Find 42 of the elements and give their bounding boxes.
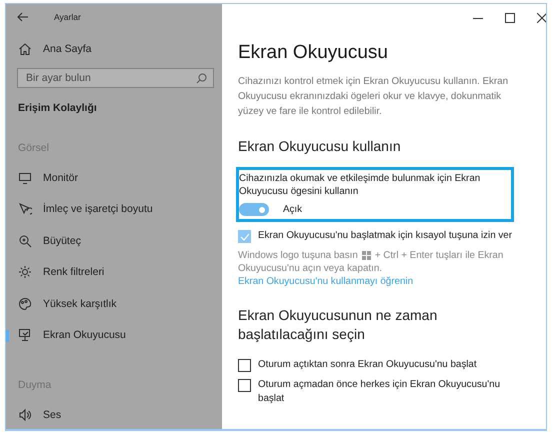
back-button[interactable] <box>15 10 31 24</box>
sidebar-item[interactable]: İmleç ve işaretçi boyutu <box>6 194 222 225</box>
checkbox-label: Ekran Okuyucusu'nu başlatmak için kısayol tuşuna izin ver <box>258 229 512 243</box>
toggle-switch[interactable] <box>239 203 269 216</box>
hint-text: Windows logo tuşuna basın <box>238 249 358 262</box>
search-field[interactable]: Bir ayar bulun <box>17 68 214 88</box>
sidebar-item[interactable]: Renk filtreleri <box>6 256 222 288</box>
page-title: Ekran Okuyucusu <box>238 42 389 64</box>
checkbox[interactable] <box>238 359 251 372</box>
home-link[interactable]: Ana Sayfa <box>6 38 222 60</box>
checkmark-icon <box>240 232 250 240</box>
palette-icon <box>18 296 32 311</box>
sidebar-item[interactable]: Büyüteç <box>6 225 222 256</box>
monitor-icon <box>18 170 32 185</box>
checkbox-label: Oturum açmadan önce herkes için Ekran Okuyucusu'nu başlat <box>258 378 502 406</box>
description-text: Cihazınızı kontrol etmek için Ekran Okuyucusu kullanın. Ekran Okuyucusu ekranınızdaki ögeleri okur ve klavye, dokunmatik yüzey ve fare ile kontrol edilebilir. <box>238 75 510 119</box>
sidebar-item[interactable]: Ekran Okuyucusu <box>6 320 222 351</box>
home-label: Ana Sayfa <box>43 43 92 55</box>
close-icon <box>537 13 546 23</box>
home-icon <box>18 42 32 56</box>
sidebar-item[interactable]: Ses <box>6 399 222 429</box>
magnifier-icon <box>18 234 32 248</box>
maximize-icon <box>505 13 515 23</box>
checkbox-label: Oturum açtıktan sonra Ekran Okuyucusu'nu başlat <box>258 358 477 372</box>
section-heading: Ekran Okuyucusu kullanın <box>238 137 402 156</box>
sun-icon <box>18 265 32 280</box>
search-icon <box>196 73 207 84</box>
checkbox[interactable] <box>238 379 251 392</box>
category-title: Erişim Kolaylığı <box>17 101 98 114</box>
speaker-icon <box>18 408 32 422</box>
windows-logo-icon <box>362 251 371 260</box>
window-title: Ayarlar <box>54 12 81 22</box>
toggle-state: Açık <box>283 204 302 215</box>
toggle-label: Cihazınızla okumak ve etkileşimde bulunmak için Ekran Okuyucusu ögesini kullanın <box>239 172 482 198</box>
sidebar-item[interactable]: Yüksek karşıtlık <box>6 288 222 320</box>
section-heading: Ekran Okuyucusunun ne zaman başlatılacağını seçin <box>238 306 438 344</box>
cursor-icon <box>18 202 32 216</box>
back-arrow-icon <box>17 12 29 22</box>
hint-text: Okuyucusu'nu açın veya kapatın. <box>238 262 384 275</box>
hint-text: + Ctrl + Enter tuşları ile Ekran <box>374 249 504 262</box>
screen-reader-icon <box>18 328 32 342</box>
sidebar-item[interactable]: Monitör <box>6 162 222 194</box>
